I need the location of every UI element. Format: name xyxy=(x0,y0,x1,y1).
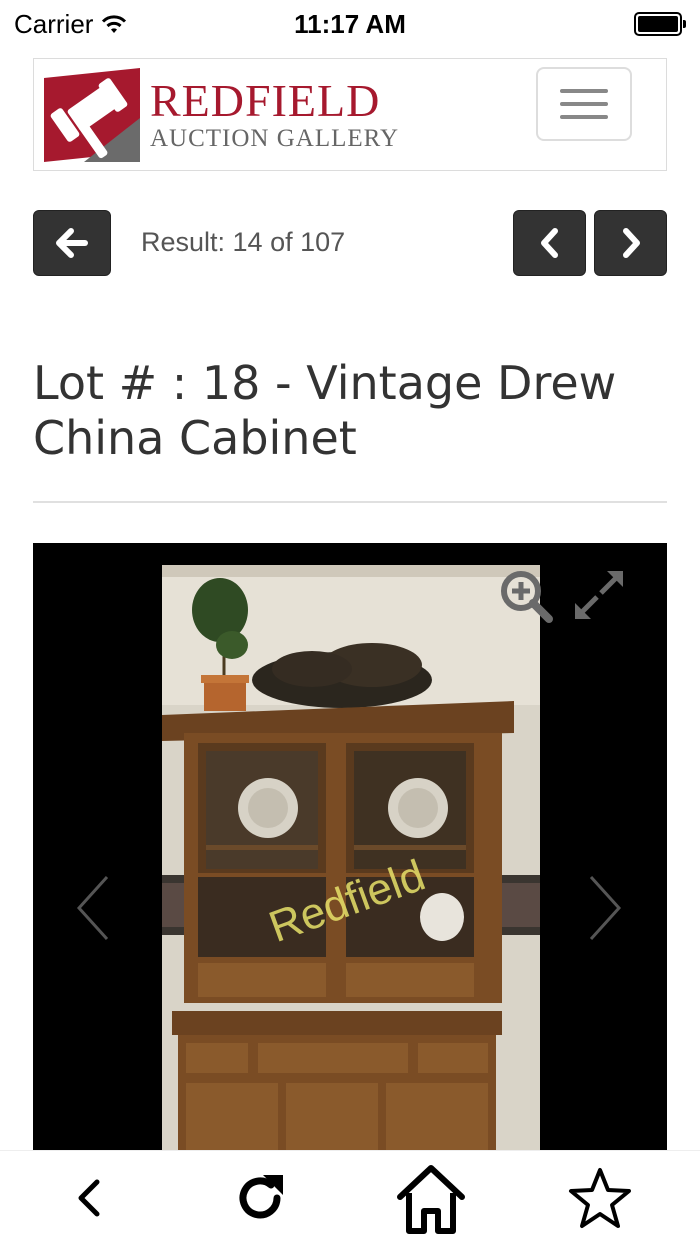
logo-subtitle: AUCTION GALLERY xyxy=(150,125,400,152)
logo-name: REDFIELD xyxy=(150,75,381,126)
gavel-logo-icon xyxy=(44,67,140,162)
battery-icon xyxy=(634,12,686,36)
favorite-button[interactable] xyxy=(566,1165,634,1231)
reload-button[interactable] xyxy=(230,1165,290,1231)
result-counter: Result: 14 of 107 xyxy=(141,227,346,257)
chevron-left-icon xyxy=(540,228,558,258)
expand-icon[interactable] xyxy=(571,567,627,623)
bottom-toolbar xyxy=(0,1150,700,1244)
previous-lot-button[interactable] xyxy=(513,210,586,276)
lot-photo[interactable]: Redfield xyxy=(162,565,540,1150)
status-bar: Carrier 11:17 AM xyxy=(0,0,700,48)
reload-icon xyxy=(239,1175,283,1219)
zoom-in-icon[interactable] xyxy=(499,569,555,625)
hamburger-icon xyxy=(560,89,608,93)
next-lot-button[interactable] xyxy=(594,210,667,276)
browser-back-button[interactable] xyxy=(64,1165,114,1231)
logo[interactable]: REDFIELD AUCTION GALLERY xyxy=(44,67,444,162)
image-gallery[interactable]: Redfield xyxy=(33,543,667,1150)
gallery-prev-icon[interactable] xyxy=(73,873,113,943)
menu-button[interactable] xyxy=(536,67,632,141)
home-button[interactable] xyxy=(396,1163,466,1237)
arrow-left-icon xyxy=(56,228,88,258)
site-header: REDFIELD AUCTION GALLERY xyxy=(33,58,667,171)
gallery-next-icon[interactable] xyxy=(585,873,625,943)
status-time: 11:17 AM xyxy=(294,9,406,39)
chevron-right-icon xyxy=(622,228,640,258)
star-icon xyxy=(569,1168,631,1228)
home-icon xyxy=(397,1165,465,1234)
back-to-results-button[interactable] xyxy=(33,210,111,276)
title-divider xyxy=(33,501,667,503)
lot-title: Lot # : 18 - Vintage Drew China Cabinet xyxy=(33,356,617,465)
chevron-left-icon xyxy=(78,1179,100,1217)
